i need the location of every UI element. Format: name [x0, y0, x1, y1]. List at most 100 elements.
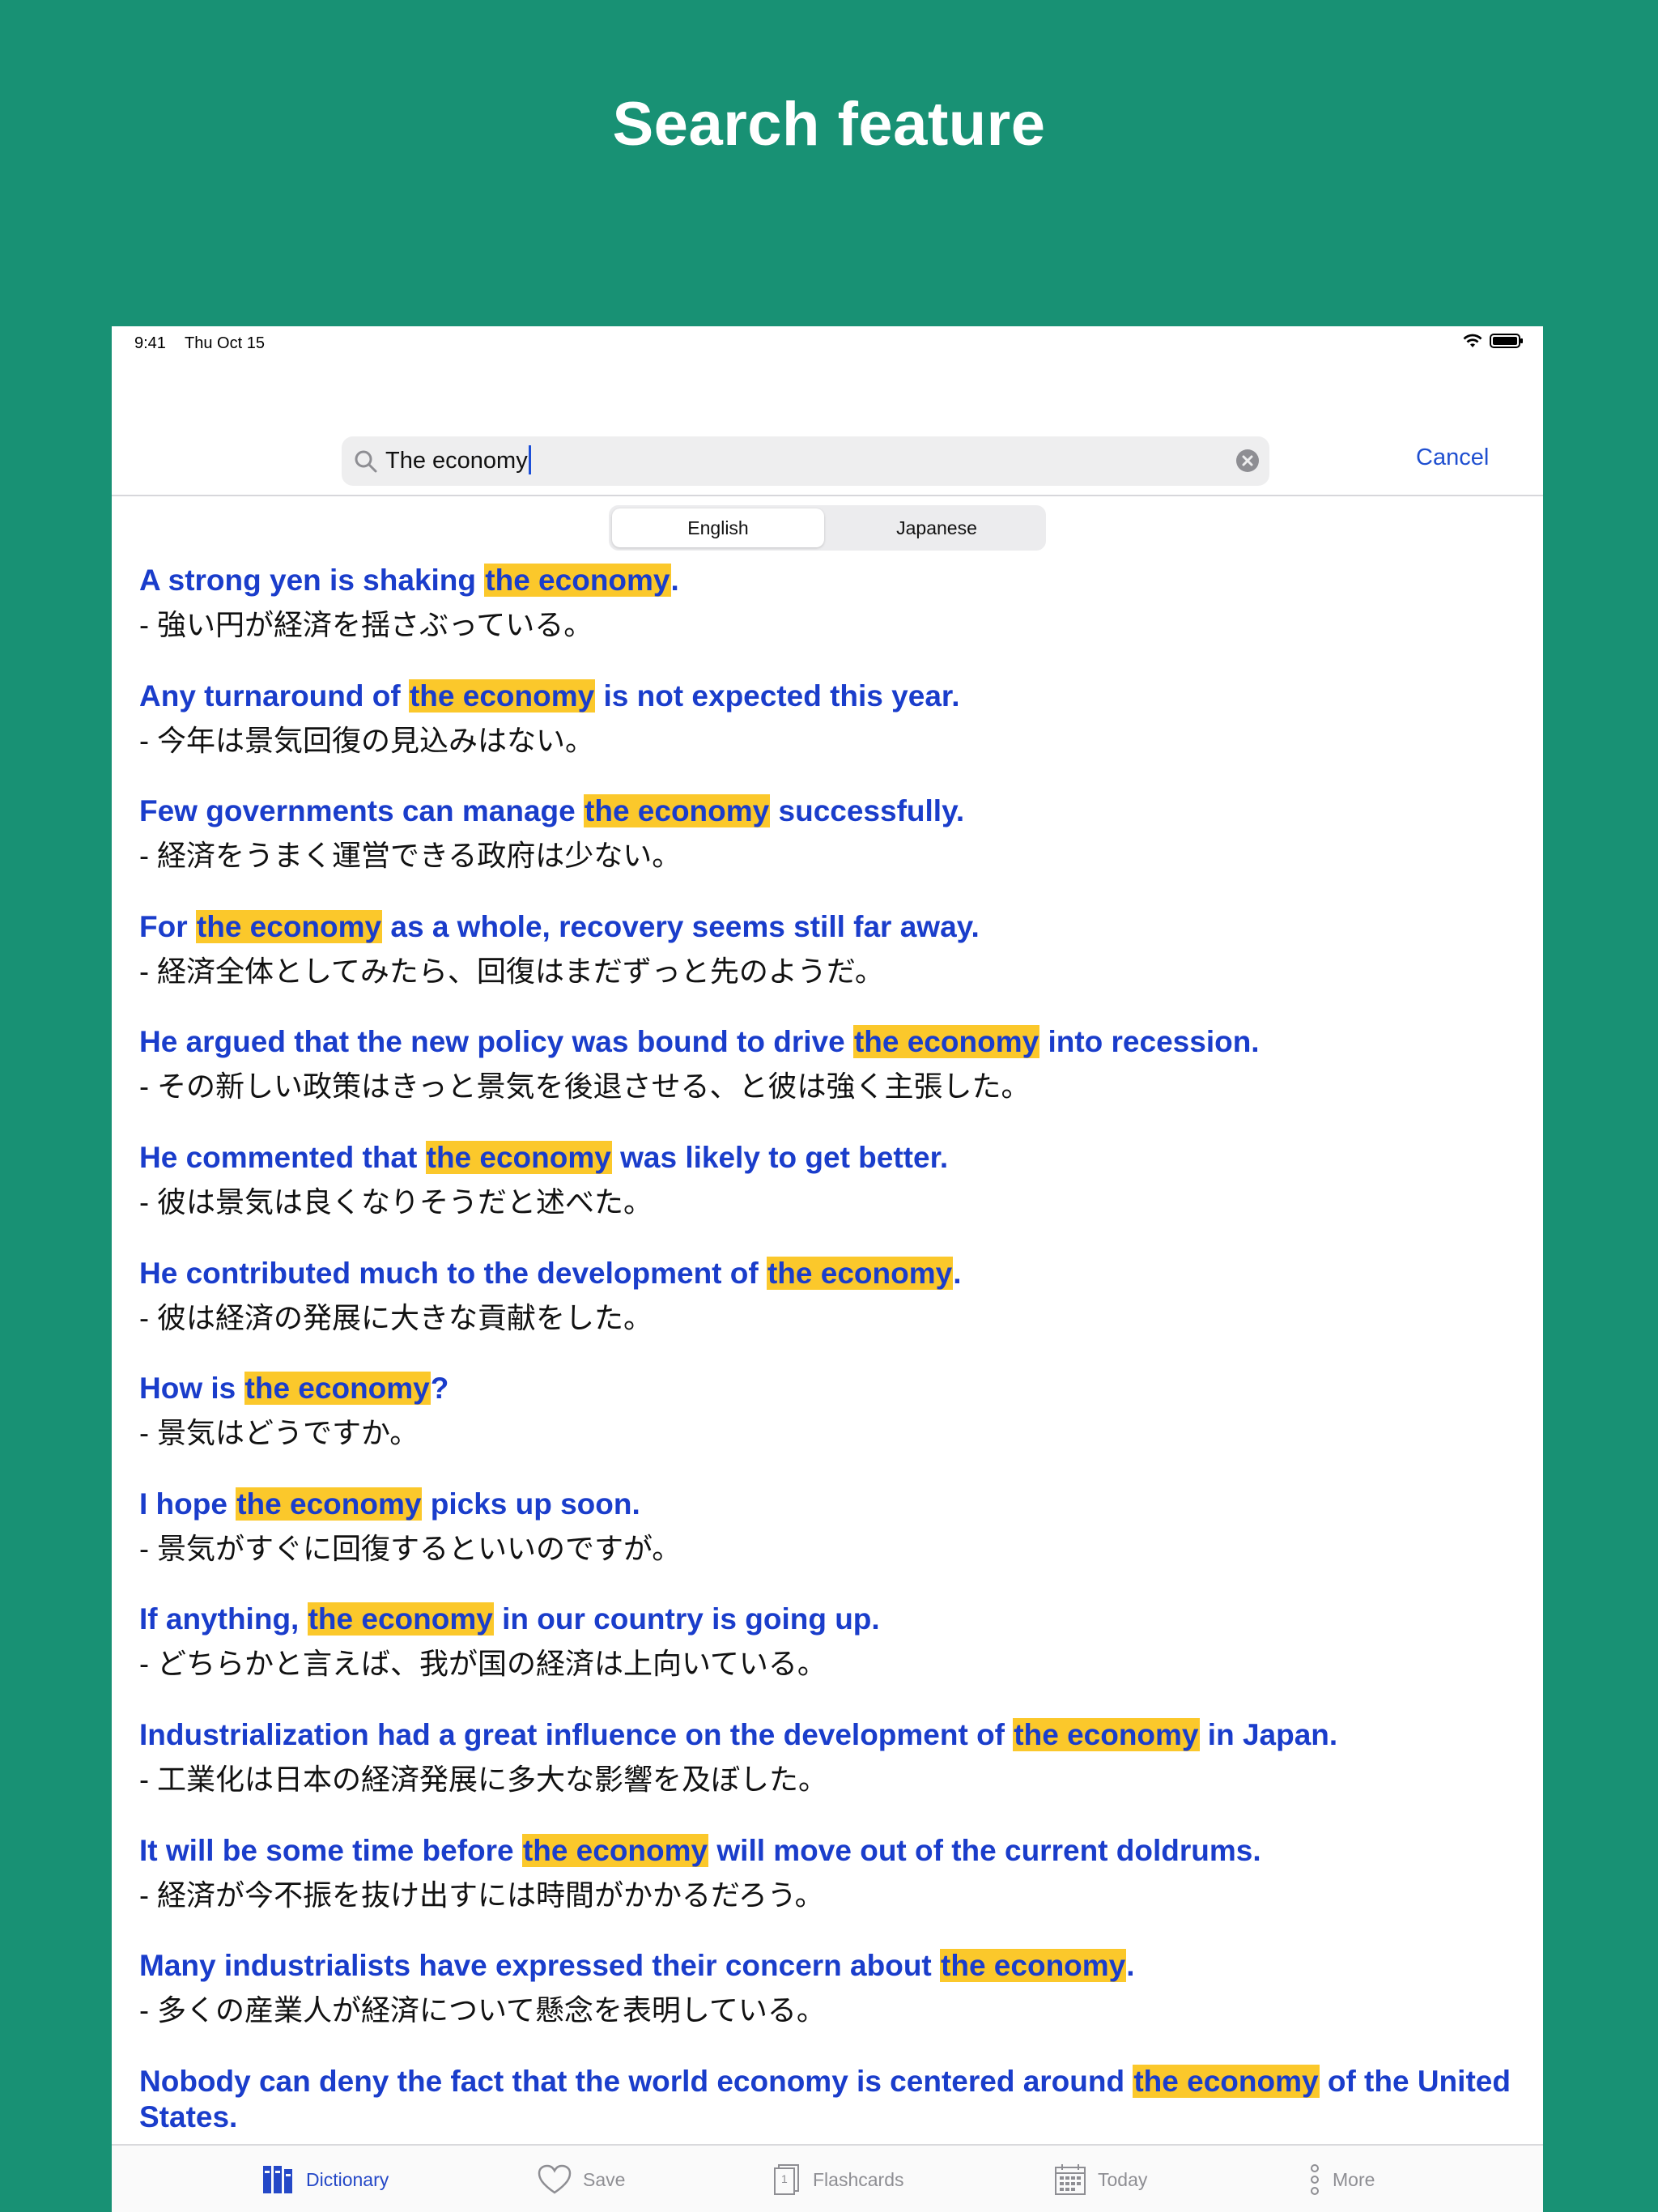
tab-dictionary[interactable]: Dictionary — [262, 2163, 389, 2196]
english-text: was likely to get better. — [611, 1140, 949, 1174]
tab-flashcards[interactable]: 1 Flashcards — [772, 2163, 903, 2196]
english-text: A strong yen is shaking — [139, 564, 485, 597]
result-item[interactable]: He contributed much to the development o… — [139, 1246, 1516, 1362]
search-highlight: the economy — [484, 564, 671, 597]
result-english: Any turnaround of the economy is not exp… — [139, 678, 1516, 714]
status-bar: 9:41 Thu Oct 15 — [112, 326, 1543, 359]
result-japanese: - 今年は景気回復の見込みはない。 — [139, 723, 594, 757]
search-highlight: the economy — [236, 1487, 423, 1521]
result-item[interactable]: Many industrialists have expressed their… — [139, 1938, 1516, 2054]
english-text: will move out of the current doldrums. — [708, 1833, 1261, 1867]
svg-text:1: 1 — [781, 2172, 788, 2185]
result-japanese: - 経済全体としてみたら、回復はまだずっと先のようだ。 — [139, 954, 884, 988]
battery-icon — [1490, 334, 1523, 348]
result-item[interactable]: A strong yen is shaking the economy. - 強い… — [139, 553, 1516, 669]
result-item[interactable]: How is the economy? - 景気はどうですか。 — [139, 1361, 1516, 1477]
status-icons — [1462, 333, 1523, 349]
result-japanese: - その新しい政策はきっと景気を後退させる、と彼は強く主張した。 — [139, 1070, 1031, 1104]
result-english: Industrialization had a great influence … — [139, 1717, 1516, 1753]
tab-label: Dictionary — [306, 2168, 389, 2190]
search-highlight: the economy — [521, 1833, 709, 1867]
english-text: into recession. — [1039, 1025, 1260, 1059]
result-item[interactable]: Industrialization had a great influence … — [139, 1708, 1516, 1823]
result-item[interactable]: It will be some time before the economy … — [139, 1823, 1516, 1939]
tab-more[interactable]: More — [1308, 2163, 1375, 2196]
english-text: in Japan. — [1199, 1717, 1338, 1751]
english-text: ? — [430, 1372, 449, 1406]
english-text: . — [670, 564, 679, 597]
segment-japanese[interactable]: Japanese — [831, 508, 1043, 547]
clear-icon[interactable] — [1235, 449, 1260, 473]
english-text: How is — [139, 1372, 244, 1406]
search-highlight: the economy — [244, 1372, 431, 1406]
result-english: He argued that the new policy was bound … — [139, 1024, 1516, 1060]
search-highlight: the economy — [852, 1025, 1040, 1059]
search-icon — [355, 450, 377, 473]
english-text: . — [1126, 1949, 1135, 1983]
search-query: The economy — [385, 448, 528, 474]
result-item[interactable]: I hope the economy picks up soon. - 景気がすぐ… — [139, 1477, 1516, 1593]
search-highlight: the economy — [1133, 2064, 1320, 2098]
language-segmented-control[interactable]: English Japanese — [609, 505, 1046, 551]
result-item[interactable]: For the economy as a whole, recovery see… — [139, 900, 1516, 1015]
cancel-button[interactable]: Cancel — [1416, 445, 1489, 471]
result-english: Few governments can manage the economy s… — [139, 793, 1516, 829]
result-japanese: - 彼は経済の発展に大きな貢献をした。 — [139, 1300, 653, 1334]
result-japanese: - 景気がすぐに回復するといいのですが。 — [139, 1531, 682, 1565]
english-text: He contributed much to the development o… — [139, 1256, 767, 1290]
result-english: Many industrialists have expressed their… — [139, 1948, 1516, 1984]
result-item[interactable]: He argued that the new policy was bound … — [139, 1015, 1516, 1130]
english-text: Any turnaround of — [139, 678, 409, 713]
english-text: For — [139, 909, 196, 943]
result-japanese: - 経済が今不振を抜け出すには時間がかかるだろう。 — [139, 1878, 824, 1912]
result-english: How is the economy? — [139, 1371, 1516, 1406]
english-text: He argued that the new policy was bound … — [139, 1025, 853, 1059]
english-text: If anything, — [139, 1602, 308, 1636]
status-time: 9:41 — [134, 334, 166, 352]
tab-label: More — [1333, 2168, 1375, 2190]
heart-icon — [538, 2164, 572, 2194]
search-highlight: the economy — [766, 1256, 954, 1290]
calendar-icon — [1055, 2164, 1086, 2195]
tab-label: Flashcards — [813, 2168, 904, 2190]
english-text: as a whole, recovery seems still far awa… — [382, 909, 980, 943]
result-item[interactable]: Any turnaround of the economy is not exp… — [139, 669, 1516, 785]
result-item[interactable]: Few governments can manage the economy s… — [139, 784, 1516, 900]
search-bar[interactable]: The economy — [342, 436, 1269, 486]
segment-english[interactable]: English — [612, 508, 824, 547]
search-highlight: the economy — [425, 1140, 612, 1174]
result-japanese: - 彼は景気は良くなりそうだと述べた。 — [139, 1185, 653, 1219]
result-english: A strong yen is shaking the economy. — [139, 563, 1516, 598]
result-english: I hope the economy picks up soon. — [139, 1487, 1516, 1522]
english-text: Many industrialists have expressed their… — [139, 1949, 941, 1983]
english-text: I hope — [139, 1487, 236, 1521]
tab-today[interactable]: Today — [1054, 2163, 1147, 2196]
search-highlight: the economy — [195, 909, 383, 943]
english-text: He commented that — [139, 1140, 426, 1174]
search-highlight: the economy — [1013, 1717, 1200, 1751]
search-input[interactable]: The economy — [385, 445, 531, 475]
result-japanese: - 工業化は日本の経済発展に多大な影響を及ぼした。 — [139, 1762, 827, 1796]
english-text: Nobody can deny the fact that the world … — [139, 2064, 1133, 2098]
english-text: . — [953, 1256, 962, 1290]
english-text: picks up soon. — [422, 1487, 640, 1521]
search-highlight: the economy — [408, 678, 596, 713]
results-list: A strong yen is shaking the economy. - 強い… — [139, 553, 1516, 2178]
flashcards-icon: 1 — [774, 2164, 799, 2195]
tab-label: Save — [583, 2168, 626, 2190]
tab-label: Today — [1098, 2168, 1148, 2190]
tab-save[interactable]: Save — [538, 2163, 625, 2196]
result-english: Nobody can deny the fact that the world … — [139, 2064, 1516, 2135]
dictionary-icon — [263, 2166, 292, 2193]
english-text: in our country is going up. — [493, 1602, 880, 1636]
result-item[interactable]: If anything, the economy in our country … — [139, 1592, 1516, 1708]
result-japanese: - 強い円が経済を揺さぶっている。 — [139, 608, 593, 641]
result-english: He contributed much to the development o… — [139, 1256, 1516, 1291]
wifi-icon — [1463, 334, 1482, 347]
status-date: Thu Oct 15 — [185, 334, 265, 352]
result-item[interactable]: He commented that the economy was likely… — [139, 1130, 1516, 1246]
hero-title: Search feature — [612, 90, 1046, 159]
tab-bar: Dictionary Save 1 Flashcards Today More — [112, 2144, 1543, 2212]
english-text: successfully. — [770, 794, 965, 828]
result-japanese: - 多くの産業人が経済について懸念を表明している。 — [139, 1993, 826, 2027]
